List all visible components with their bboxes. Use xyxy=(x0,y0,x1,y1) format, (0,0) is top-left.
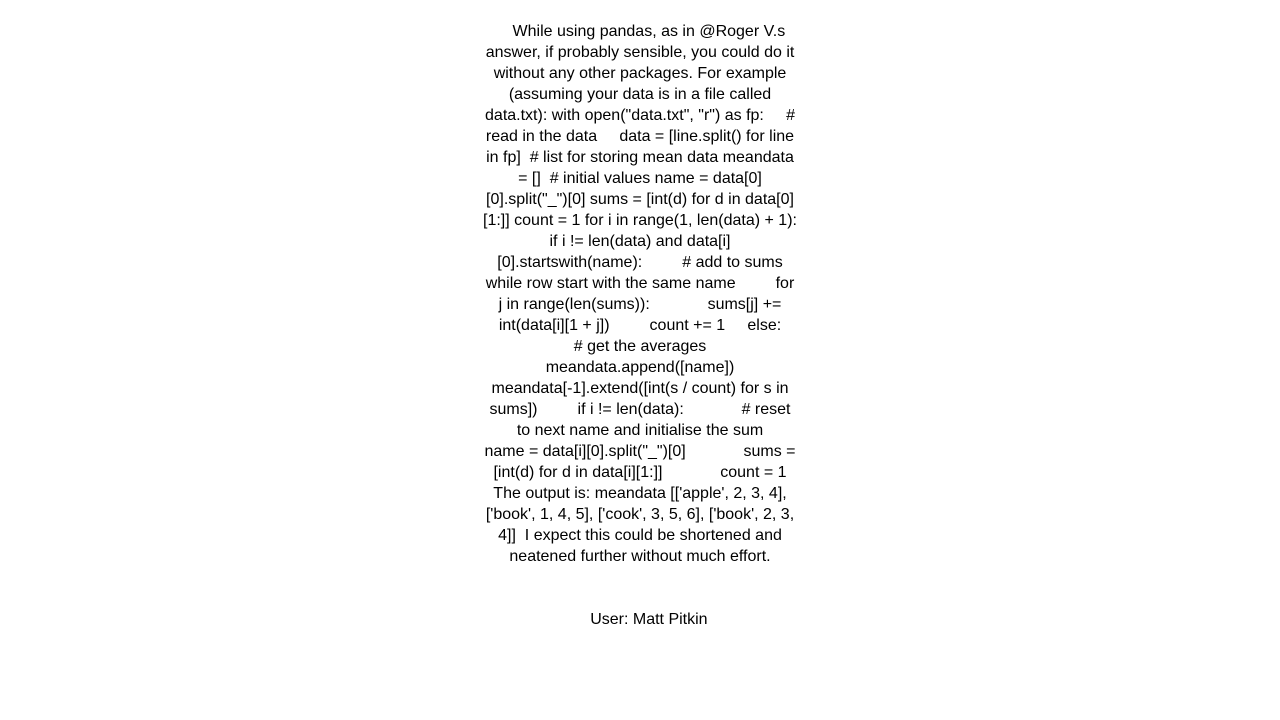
answer-attribution: User: Matt Pitkin xyxy=(590,611,708,628)
answer-body-text: While using pandas, as in @Roger V.s ans… xyxy=(483,23,821,565)
answer-post: While using pandas, as in @Roger V.s ans… xyxy=(482,0,798,651)
page-container: While using pandas, as in @Roger V.s ans… xyxy=(0,0,1280,720)
